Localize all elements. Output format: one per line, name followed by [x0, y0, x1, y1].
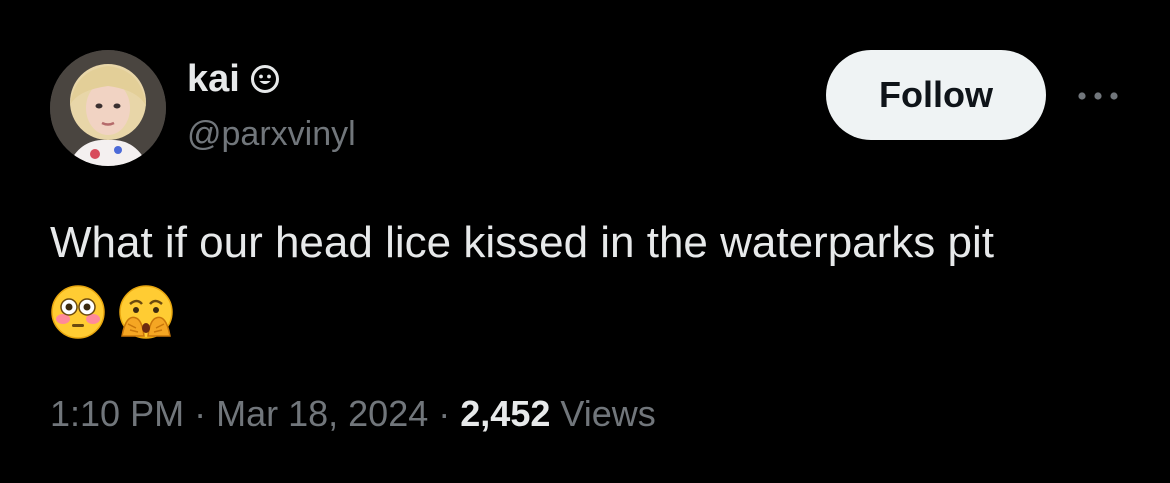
avatar-image — [50, 50, 166, 166]
views-count: 2,452 — [460, 393, 551, 434]
meta-separator: · — [194, 393, 207, 434]
tweet: kai @parxvinyl Follow What if our head l… — [0, 0, 1170, 483]
smiley-icon — [250, 65, 279, 93]
tweet-meta: 1:10 PM · Mar 18, 2024 · 2,452 Views — [50, 392, 656, 436]
more-options-button[interactable] — [1070, 78, 1126, 114]
more-dots-icon — [1078, 92, 1118, 100]
views-label: Views — [560, 393, 656, 434]
author-name-row[interactable]: kai — [187, 58, 280, 100]
tweet-emoji-row — [50, 284, 174, 340]
flushed-face-emoji-icon — [51, 285, 105, 339]
meta-separator: · — [438, 393, 451, 434]
avatar[interactable] — [50, 50, 166, 166]
tweet-text: What if our head lice kissed in the wate… — [50, 218, 995, 267]
tweet-date[interactable]: Mar 18, 2024 — [216, 393, 428, 434]
face-with-hand-over-mouth-emoji-icon — [119, 285, 173, 339]
author-display-name[interactable]: kai — [187, 58, 240, 100]
tweet-time[interactable]: 1:10 PM — [50, 393, 184, 434]
author-handle[interactable]: @parxvinyl — [187, 114, 356, 154]
follow-button[interactable]: Follow — [826, 50, 1046, 140]
